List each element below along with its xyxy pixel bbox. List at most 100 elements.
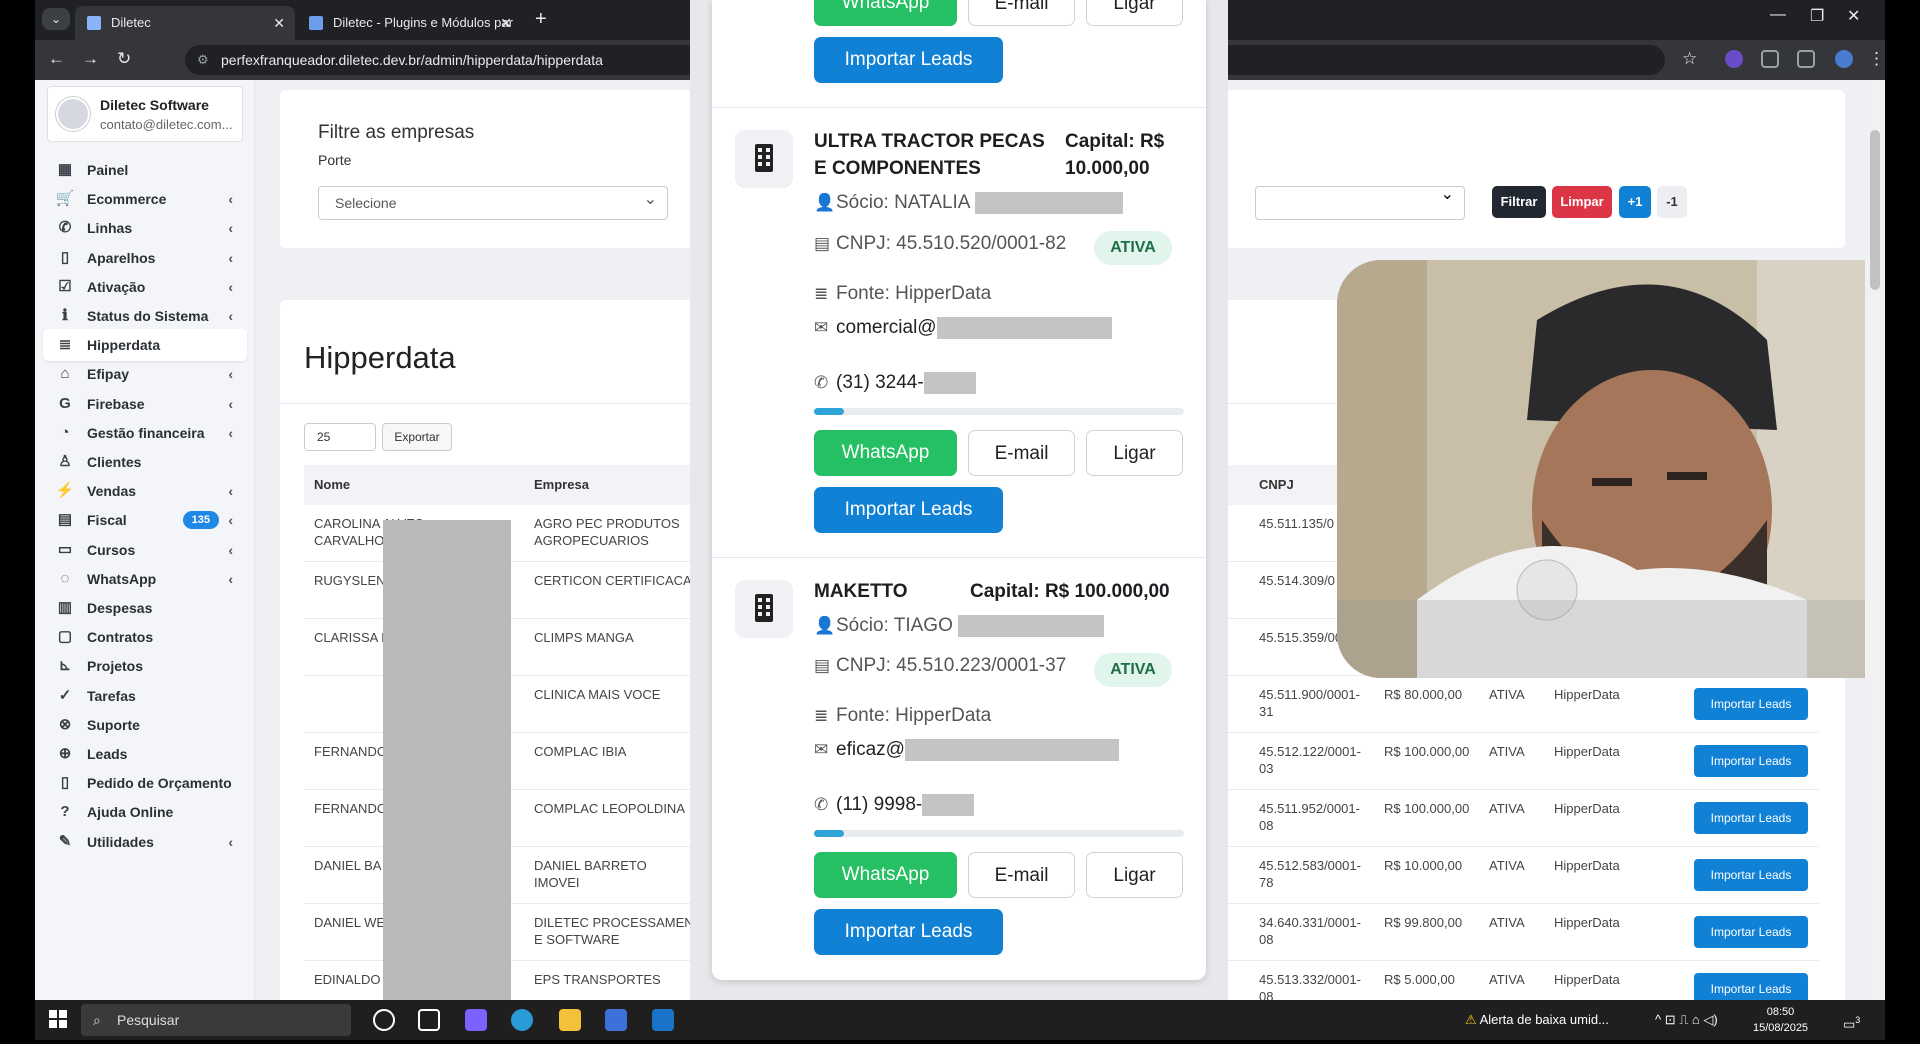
sidebar-item-efipay[interactable]: ⌂ Efipay ‹	[43, 358, 247, 390]
sidebar-item-aparelhos[interactable]: ▯ Aparelhos ‹	[43, 242, 247, 274]
sidebar-item-status-do-sistema[interactable]: ℹ Status do Sistema ‹	[43, 300, 247, 332]
sidebar-item-clientes[interactable]: ♙ Clientes	[43, 446, 247, 478]
close-tab-icon[interactable]: ✕	[273, 6, 285, 40]
cell-fonte: HipperData	[1554, 801, 1620, 816]
bookmark-star-icon[interactable]: ☆	[1682, 49, 1697, 69]
importar-leads-button[interactable]: Importar Leads	[814, 909, 1003, 955]
limpar-button[interactable]: Limpar	[1552, 186, 1612, 218]
email-button[interactable]: E-mail	[968, 0, 1075, 26]
browser-tab-diletec[interactable]: Diletec ✕	[75, 6, 295, 40]
back-icon[interactable]: ←	[48, 49, 65, 69]
store-icon[interactable]	[605, 1009, 627, 1031]
ligar-button[interactable]: Ligar	[1086, 430, 1183, 476]
importar-leads-row-button[interactable]: Importar Leads	[1694, 916, 1808, 948]
taskbar-search[interactable]: ⌕ Pesquisar	[81, 1004, 351, 1036]
scrollbar-thumb[interactable]	[1870, 130, 1880, 290]
cell-empresa: EPS TRANSPORTES	[534, 972, 661, 987]
outlook-icon[interactable]	[652, 1009, 674, 1031]
site-info-icon[interactable]: ⚙	[197, 45, 209, 75]
sidebar-item-ajuda-online[interactable]: ? Ajuda Online	[43, 796, 247, 828]
page-length-select[interactable]: 25	[304, 423, 376, 451]
whatsapp-icon: ◌	[60, 569, 70, 587]
tab-search-button[interactable]: ⌄	[42, 8, 70, 30]
browser-menu-icon[interactable]: ⋮	[1868, 49, 1885, 69]
sidebar-item-ativa-o[interactable]: ☑ Ativação ‹	[43, 271, 247, 303]
column-header-cnpj[interactable]: CNPJ	[1259, 477, 1294, 492]
sidebar-item-label: Clientes	[87, 454, 142, 470]
copilot-icon[interactable]	[465, 1009, 487, 1031]
importar-leads-row-button[interactable]: Importar Leads	[1694, 688, 1808, 720]
cortana-icon[interactable]	[373, 1009, 395, 1031]
weather-alert[interactable]: ⚠ Alerta de baixa umid...	[1465, 1000, 1609, 1040]
sidebar-item-whatsapp[interactable]: ◌ WhatsApp ‹	[43, 563, 247, 595]
user-profile-card[interactable]: Diletec Software contato@diletec.com...	[47, 86, 243, 142]
ligar-button[interactable]: Ligar	[1086, 852, 1183, 898]
page-scrollbar[interactable]	[1865, 80, 1885, 1000]
sidebar-item-tarefas[interactable]: ✓ Tarefas	[43, 680, 247, 712]
taskbar-clock[interactable]: 08:50 15/08/2025	[1753, 1004, 1808, 1036]
sidebar-item-ecommerce[interactable]: 🛒 Ecommerce ‹	[43, 183, 247, 215]
sidebar-item-fiscal[interactable]: ▤ Fiscal 135 ‹	[43, 504, 247, 536]
sidebar-item-cursos[interactable]: ▭ Cursos ‹	[43, 534, 247, 566]
reload-icon[interactable]: ↻	[117, 49, 131, 69]
extension-icon[interactable]	[1725, 50, 1743, 68]
tray-icons[interactable]: ^ ⊡ ⎍ ⌂ ◁)	[1655, 1000, 1718, 1040]
whatsapp-button[interactable]: WhatsApp	[814, 0, 957, 26]
lead-email: ✉ eficaz@	[814, 739, 1119, 761]
whatsapp-button[interactable]: WhatsApp	[814, 430, 957, 476]
profile-avatar-icon[interactable]	[1835, 50, 1853, 68]
browser-tab-plugins[interactable]: Diletec - Plugins e Módulos par ✕	[297, 6, 522, 40]
minimize-icon[interactable]: —	[1770, 6, 1786, 24]
sidebar-item-gest-o-financeira[interactable]: ◔ Gestão financeira ‹	[43, 417, 247, 449]
task-view-icon[interactable]	[418, 1009, 440, 1031]
importar-leads-row-button[interactable]: Importar Leads	[1694, 973, 1808, 1000]
importar-leads-row-button[interactable]: Importar Leads	[1694, 745, 1808, 777]
sidebar-item-painel[interactable]: ▦ Painel	[43, 154, 247, 186]
cell-cnpj: 45.511.900/0001- 31	[1259, 687, 1360, 719]
close-window-icon[interactable]: ✕	[1847, 6, 1860, 26]
extension-icon[interactable]	[1761, 50, 1779, 68]
sidebar-item-linhas[interactable]: ✆ Linhas ‹	[43, 212, 247, 244]
lead-socio: 👤Sócio: TIAGO	[814, 615, 1105, 637]
export-button[interactable]: Exportar	[382, 423, 452, 451]
edge-icon[interactable]	[511, 1009, 533, 1031]
sidebar-item-suporte[interactable]: ⊗ Suporte	[43, 709, 247, 741]
email-button[interactable]: E-mail	[968, 430, 1075, 476]
file-explorer-icon[interactable]	[559, 1009, 581, 1031]
sidebar-item-firebase[interactable]: G Firebase ‹	[43, 388, 247, 420]
sidebar-item-hipperdata[interactable]: ≣ Hipperdata	[43, 329, 247, 362]
filtrar-button[interactable]: Filtrar	[1492, 186, 1546, 218]
importar-leads-row-button[interactable]: Importar Leads	[1694, 859, 1808, 891]
sidebar-item-vendas[interactable]: ⚡ Vendas ‹	[43, 475, 247, 507]
column-header-empresa[interactable]: Empresa	[534, 477, 589, 492]
filter-select[interactable]	[1255, 184, 1465, 220]
minus-one-button[interactable]: -1	[1657, 186, 1687, 218]
sidebar-item-leads[interactable]: ⊕ Leads	[43, 738, 247, 770]
sidebar-item-label: WhatsApp	[87, 570, 157, 587]
plus-one-button[interactable]: +1	[1619, 186, 1651, 218]
email-button[interactable]: E-mail	[968, 852, 1075, 898]
sidebar-item-pedido-de-or-amento[interactable]: ▯ Pedido de Orçamento	[43, 767, 247, 799]
new-tab-button[interactable]: +	[535, 8, 547, 31]
importar-leads-button[interactable]: Importar Leads	[814, 37, 1003, 83]
envelope-icon: ✉	[814, 740, 829, 760]
porte-select[interactable]: Selecione	[318, 184, 668, 220]
ligar-button[interactable]: Ligar	[1086, 0, 1183, 26]
sidebar-item-label: Firebase	[87, 395, 145, 412]
sidebar-item-contratos[interactable]: ▢ Contratos	[43, 621, 247, 653]
sidebar-item-projetos[interactable]: ⊾ Projetos	[43, 650, 247, 682]
importar-leads-row-button[interactable]: Importar Leads	[1694, 802, 1808, 834]
notifications-icon[interactable]: ▭3	[1843, 1000, 1860, 1044]
cell-status: ATIVA	[1489, 744, 1525, 759]
importar-leads-button[interactable]: Importar Leads	[814, 487, 1003, 533]
sidebar-item-despesas[interactable]: ▥ Despesas	[43, 592, 247, 624]
restore-icon[interactable]: ❐	[1810, 6, 1824, 26]
close-tab-icon[interactable]: ✕	[500, 6, 512, 40]
sidebar-item-utilidades[interactable]: ✎ Utilidades ‹	[43, 826, 247, 858]
windows-start-icon[interactable]	[49, 1010, 67, 1028]
extensions-puzzle-icon[interactable]	[1797, 50, 1815, 68]
whatsapp-button[interactable]: WhatsApp	[814, 852, 957, 898]
column-header-nome[interactable]: Nome	[314, 477, 350, 492]
chevron-left-icon: ‹	[228, 366, 233, 383]
forward-icon[interactable]: →	[82, 49, 99, 69]
